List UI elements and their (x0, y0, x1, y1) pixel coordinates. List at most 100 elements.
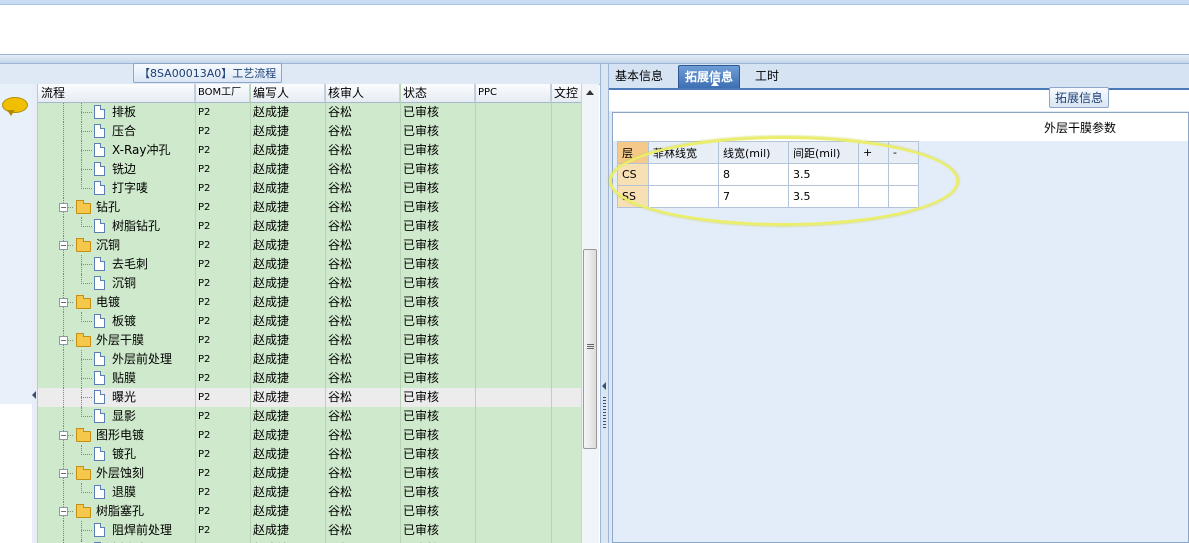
tree-row[interactable]: − 树脂塞孔 P2 赵成捷 谷松 已审核 (38, 502, 581, 521)
writer-cell: 赵成捷 (253, 352, 290, 366)
status-cell: 已审核 (403, 162, 440, 176)
param-header-spacing[interactable]: 间距(mil) (788, 141, 859, 164)
column-header-writer[interactable]: 编写人 (250, 84, 325, 102)
tree-row[interactable]: 显影 P2 赵成捷 谷松 已审核 (38, 407, 581, 426)
reviewer-cell: 谷松 (328, 390, 353, 404)
status-cell: 已审核 (403, 504, 440, 518)
tree-item-label: 板镀 (112, 314, 137, 328)
chat-bubble-icon[interactable] (2, 97, 28, 116)
column-header-reviewer[interactable]: 核审人 (325, 84, 400, 102)
tree-row[interactable]: 板镀 P2 赵成捷 谷松 已审核 (38, 312, 581, 331)
grid-vertical-scrollbar[interactable] (581, 84, 599, 543)
tree-row[interactable]: 退膜 P2 赵成捷 谷松 已审核 (38, 483, 581, 502)
vertical-splitter[interactable] (600, 64, 609, 543)
tree-branch-line (81, 321, 92, 322)
param-add-column-button[interactable]: + (858, 141, 889, 164)
tree-row[interactable]: 阻焊前处理 P2 赵成捷 谷松 已审核 (38, 521, 581, 540)
tree-row[interactable]: 铣边 P2 赵成捷 谷松 已审核 (38, 160, 581, 179)
tree-item-label: 阻焊前处理 (112, 523, 173, 537)
tree-row[interactable]: − 外层蚀刻 P2 赵成捷 谷松 已审核 (38, 464, 581, 483)
tree-row[interactable]: 外层前处理 P2 赵成捷 谷松 已审核 (38, 350, 581, 369)
tree-row[interactable]: − 电镀 P2 赵成捷 谷松 已审核 (38, 293, 581, 312)
dry-film-param-table: 层 菲林线宽 线宽(mil) 间距(mil) + - CS 8 3.5 SS 7… (617, 141, 919, 208)
tree-row[interactable]: X-Ray冲孔 P2 赵成捷 谷松 已审核 (38, 141, 581, 160)
tree-row[interactable]: 去毛刺 P2 赵成捷 谷松 已审核 (38, 255, 581, 274)
tree-branch-line (81, 188, 92, 189)
bom-cell: P2 (198, 107, 211, 118)
param-extra-cell[interactable] (888, 163, 919, 186)
scrollbar-thumb[interactable] (583, 249, 597, 449)
tab-basic-info[interactable]: 基本信息 (609, 65, 669, 87)
collapse-toggle-icon[interactable]: − (59, 241, 68, 250)
tree-row[interactable]: 树脂钻孔 P2 赵成捷 谷松 已审核 (38, 217, 581, 236)
splitter-arrow-icon[interactable] (602, 382, 606, 390)
tree-item-label: 电镀 (96, 295, 121, 309)
grid-header: 流程 BOM工厂 编写人 核审人 状态 PPC 文控 (38, 84, 581, 103)
collapse-toggle-icon[interactable]: − (59, 431, 68, 440)
tree-row[interactable]: 贴膜 P2 赵成捷 谷松 已审核 (38, 369, 581, 388)
tree-item-label: 钻孔 (96, 200, 121, 214)
tree-row[interactable]: 曝光 P2 赵成捷 谷松 已审核 (38, 388, 581, 407)
param-extra-cell[interactable] (888, 185, 919, 208)
tree-guide-line (63, 141, 64, 160)
tab-work-hours[interactable]: 工时 (749, 65, 785, 87)
collapse-toggle-icon[interactable]: − (59, 336, 68, 345)
param-line-width-cell[interactable]: 8 (718, 163, 789, 186)
column-header-doc-control[interactable]: 文控 (551, 84, 581, 102)
tree-branch-line (81, 264, 92, 265)
column-header-bom[interactable]: BOM工厂 (195, 84, 250, 102)
tree-row[interactable]: − 图形电镀 P2 赵成捷 谷松 已审核 (38, 426, 581, 445)
param-line-width-cell[interactable]: 7 (718, 185, 789, 208)
document-icon (94, 314, 105, 328)
tree-item-label: 显影 (112, 409, 137, 423)
status-cell: 已审核 (403, 219, 440, 233)
tab-extended-info[interactable]: 拓展信息 (678, 65, 741, 88)
writer-cell: 赵成捷 (253, 162, 290, 176)
collapse-left-arrow-icon[interactable] (32, 391, 36, 399)
reviewer-cell: 谷松 (328, 485, 353, 499)
param-spacing-cell[interactable]: 3.5 (788, 163, 859, 186)
tree-row[interactable]: − 钻孔 P2 赵成捷 谷松 已审核 (38, 198, 581, 217)
param-spacing-cell[interactable]: 3.5 (788, 185, 859, 208)
writer-cell: 赵成捷 (253, 105, 290, 119)
collapse-toggle-icon[interactable]: − (59, 469, 68, 478)
column-header-status[interactable]: 状态 (400, 84, 475, 102)
writer-cell: 赵成捷 (253, 428, 290, 442)
tree-row[interactable]: 打字唛 P2 赵成捷 谷松 已审核 (38, 179, 581, 198)
status-cell: 已审核 (403, 257, 440, 271)
param-extra-cell[interactable] (858, 163, 889, 186)
param-remove-column-button[interactable]: - (888, 141, 919, 164)
param-layer-cell[interactable]: SS (617, 185, 649, 208)
collapse-toggle-icon[interactable]: − (59, 203, 68, 212)
document-icon (94, 523, 105, 537)
reviewer-cell: 谷松 (328, 257, 353, 271)
collapse-toggle-icon[interactable]: − (59, 298, 68, 307)
param-film-width-cell[interactable] (648, 185, 719, 208)
param-layer-cell[interactable]: CS (617, 163, 649, 186)
tree-row[interactable]: 排板 P2 赵成捷 谷松 已审核 (38, 103, 581, 122)
tree-row[interactable]: 镀孔 P2 赵成捷 谷松 已审核 (38, 445, 581, 464)
tree-row[interactable]: 压合 P2 赵成捷 谷松 已审核 (38, 122, 581, 141)
param-header-line-width[interactable]: 线宽(mil) (718, 141, 789, 164)
process-flow-titlebar: 【8SA00013A0】工艺流程 (0, 63, 600, 85)
tree-row[interactable]: − 沉铜 P2 赵成捷 谷松 已审核 (38, 236, 581, 255)
writer-cell: 赵成捷 (253, 257, 290, 271)
column-header-flow[interactable]: 流程 (38, 84, 195, 102)
scroll-up-arrow-icon[interactable] (586, 90, 594, 95)
column-header-ppc[interactable]: PPC (475, 84, 551, 102)
folder-icon (76, 428, 91, 442)
bom-cell: P2 (198, 335, 211, 346)
param-header-film-width[interactable]: 菲林线宽 (648, 141, 719, 164)
collapse-toggle-icon[interactable]: − (59, 507, 68, 516)
param-extra-cell[interactable] (858, 185, 889, 208)
splitter-grip-icon[interactable] (603, 397, 606, 429)
tree-item-label: 打字唛 (112, 181, 149, 195)
tree-item-label: 图形电镀 (96, 428, 145, 442)
param-header-layer[interactable]: 层 (617, 141, 649, 164)
writer-cell: 赵成捷 (253, 485, 290, 499)
reviewer-cell: 谷松 (328, 181, 353, 195)
param-film-width-cell[interactable] (648, 163, 719, 186)
tree-row[interactable]: 沉铜 P2 赵成捷 谷松 已审核 (38, 274, 581, 293)
tree-row[interactable]: − 外层干膜 P2 赵成捷 谷松 已审核 (38, 331, 581, 350)
reviewer-cell: 谷松 (328, 371, 353, 385)
